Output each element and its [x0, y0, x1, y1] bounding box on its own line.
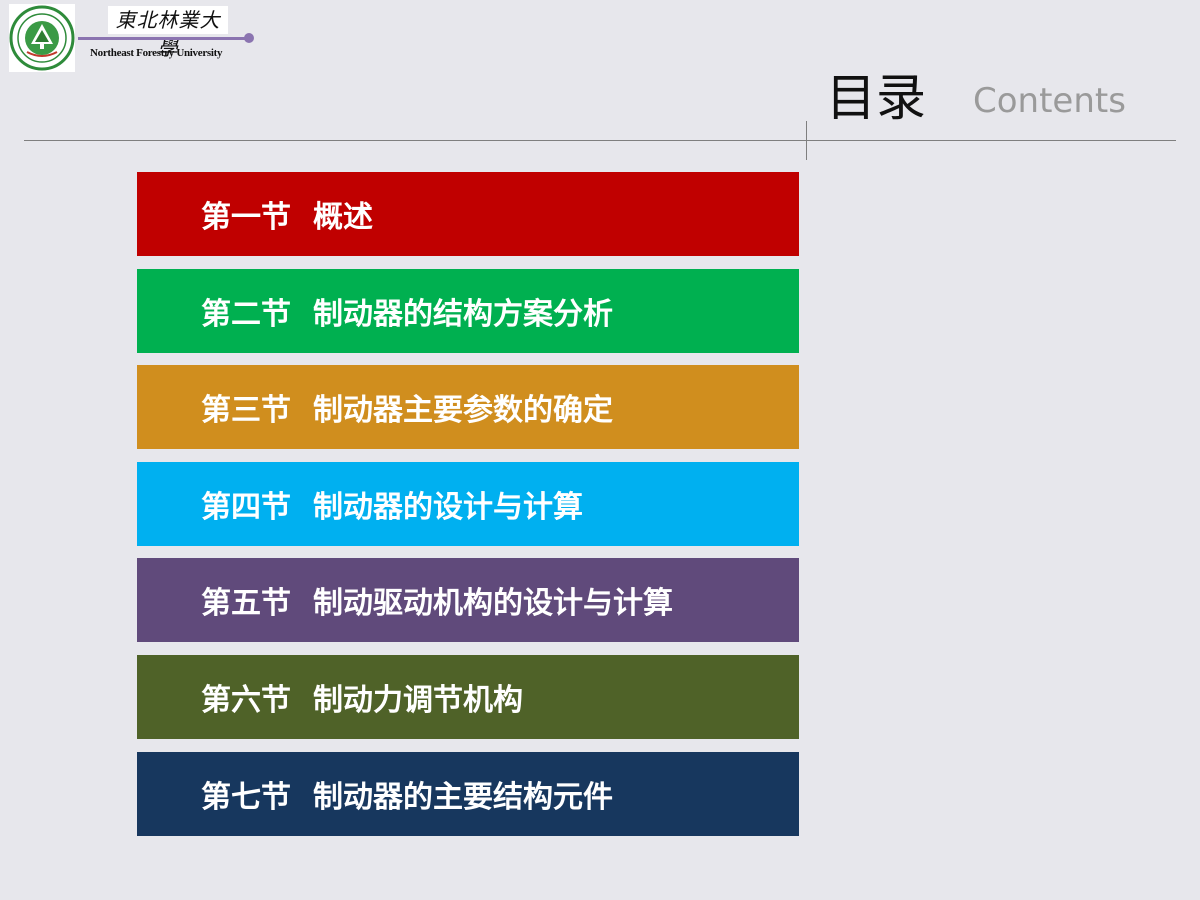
- toc-item-number: 第三节: [201, 393, 291, 429]
- toc-item-label: 制动器的主要结构元件: [313, 779, 613, 815]
- university-seal-logo: [9, 4, 75, 72]
- brand-divider-line: [78, 37, 248, 40]
- toc-item-section-5[interactable]: 第五节 制动驱动机构的设计与计算: [137, 558, 799, 643]
- toc-item-label: 制动器主要参数的确定: [313, 393, 613, 429]
- toc-item-label: 制动器的设计与计算: [313, 489, 583, 525]
- title-vertical-divider: [806, 121, 807, 160]
- page-title: 目录: [826, 69, 926, 127]
- brand-divider-dot: [244, 33, 254, 43]
- table-of-contents: 第一节 概述 第二节 制动器的结构方案分析 第三节 制动器主要参数的确定 第四节…: [137, 172, 799, 848]
- toc-item-section-1[interactable]: 第一节 概述: [137, 172, 799, 256]
- toc-item-section-6[interactable]: 第六节 制动力调节机构: [137, 654, 799, 739]
- toc-item-section-2[interactable]: 第二节 制动器的结构方案分析: [137, 268, 799, 353]
- toc-item-number: 第四节: [201, 489, 291, 525]
- university-name-en: Northeast Forestry University: [90, 47, 223, 59]
- toc-item-number: 第一节: [201, 200, 291, 235]
- toc-item-section-7[interactable]: 第七节 制动器的主要结构元件: [137, 751, 799, 836]
- toc-item-label: 制动驱动机构的设计与计算: [313, 586, 673, 622]
- toc-item-section-3[interactable]: 第三节 制动器主要参数的确定: [137, 365, 799, 450]
- page-subtitle: Contents: [973, 81, 1126, 121]
- header-divider: [24, 140, 1176, 141]
- toc-item-number: 第五节: [201, 586, 291, 622]
- toc-item-number: 第六节: [201, 682, 291, 718]
- toc-item-label: 概述: [313, 200, 373, 235]
- toc-item-label: 制动器的结构方案分析: [313, 296, 613, 332]
- university-name-cn: 東北林業大學: [108, 6, 228, 60]
- toc-item-label: 制动力调节机构: [313, 682, 523, 718]
- toc-item-section-4[interactable]: 第四节 制动器的设计与计算: [137, 461, 799, 546]
- toc-item-number: 第二节: [201, 296, 291, 332]
- toc-item-number: 第七节: [201, 779, 291, 815]
